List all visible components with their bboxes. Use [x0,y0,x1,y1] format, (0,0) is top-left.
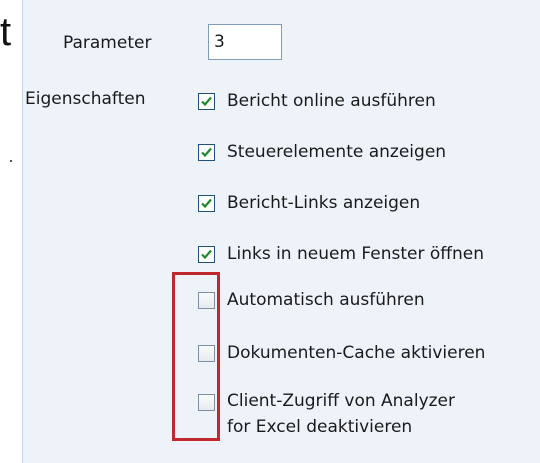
option-label: Dokumenten-Cache aktivieren [227,343,486,363]
option-show-controls[interactable]: Steuerelemente anzeigen [198,137,446,167]
highlight-box [172,272,220,441]
parameter-label: Parameter [63,33,152,53]
option-label: Automatisch ausführen [227,290,425,310]
checkbox-run-report-online[interactable] [198,92,215,110]
checkbox-open-links-new-window[interactable] [198,245,215,263]
option-enable-document-cache[interactable]: Dokumenten-Cache aktivieren [198,338,485,368]
checkmark-icon [201,249,212,259]
option-show-report-links[interactable]: Bericht-Links anzeigen [198,188,420,218]
properties-panel: Parameter Eigenschaften Bericht online a… [22,0,540,463]
checkmark-icon [201,198,212,208]
option-label: Steuerelemente anzeigen [227,142,447,162]
option-label: Client-Zugriff von Analyzer for Excel de… [227,388,455,440]
bullet-dot [10,160,12,162]
clipped-text-fragment: t [0,10,12,54]
checkmark-icon [201,96,212,106]
option-label: Bericht online ausführen [227,91,436,111]
option-disable-analyzer-excel-access[interactable]: Client-Zugriff von Analyzer for Excel de… [198,388,455,448]
option-label-line1: Client-Zugriff von Analyzer [227,391,456,411]
properties-label: Eigenschaften [25,89,146,109]
checkbox-show-controls[interactable] [198,143,215,161]
checkmark-icon [201,147,212,157]
option-label-line2: for Excel deaktivieren [227,417,413,437]
option-run-report-online[interactable]: Bericht online ausführen [198,86,436,116]
checkbox-show-report-links[interactable] [198,194,215,212]
left-context-strip: t [0,0,22,463]
option-open-links-new-window[interactable]: Links in neuem Fenster öffnen [198,239,484,269]
option-label: Links in neuem Fenster öffnen [227,244,484,264]
parameter-input[interactable] [208,24,282,60]
option-auto-run[interactable]: Automatisch ausführen [198,285,425,315]
option-label: Bericht-Links anzeigen [227,193,421,213]
